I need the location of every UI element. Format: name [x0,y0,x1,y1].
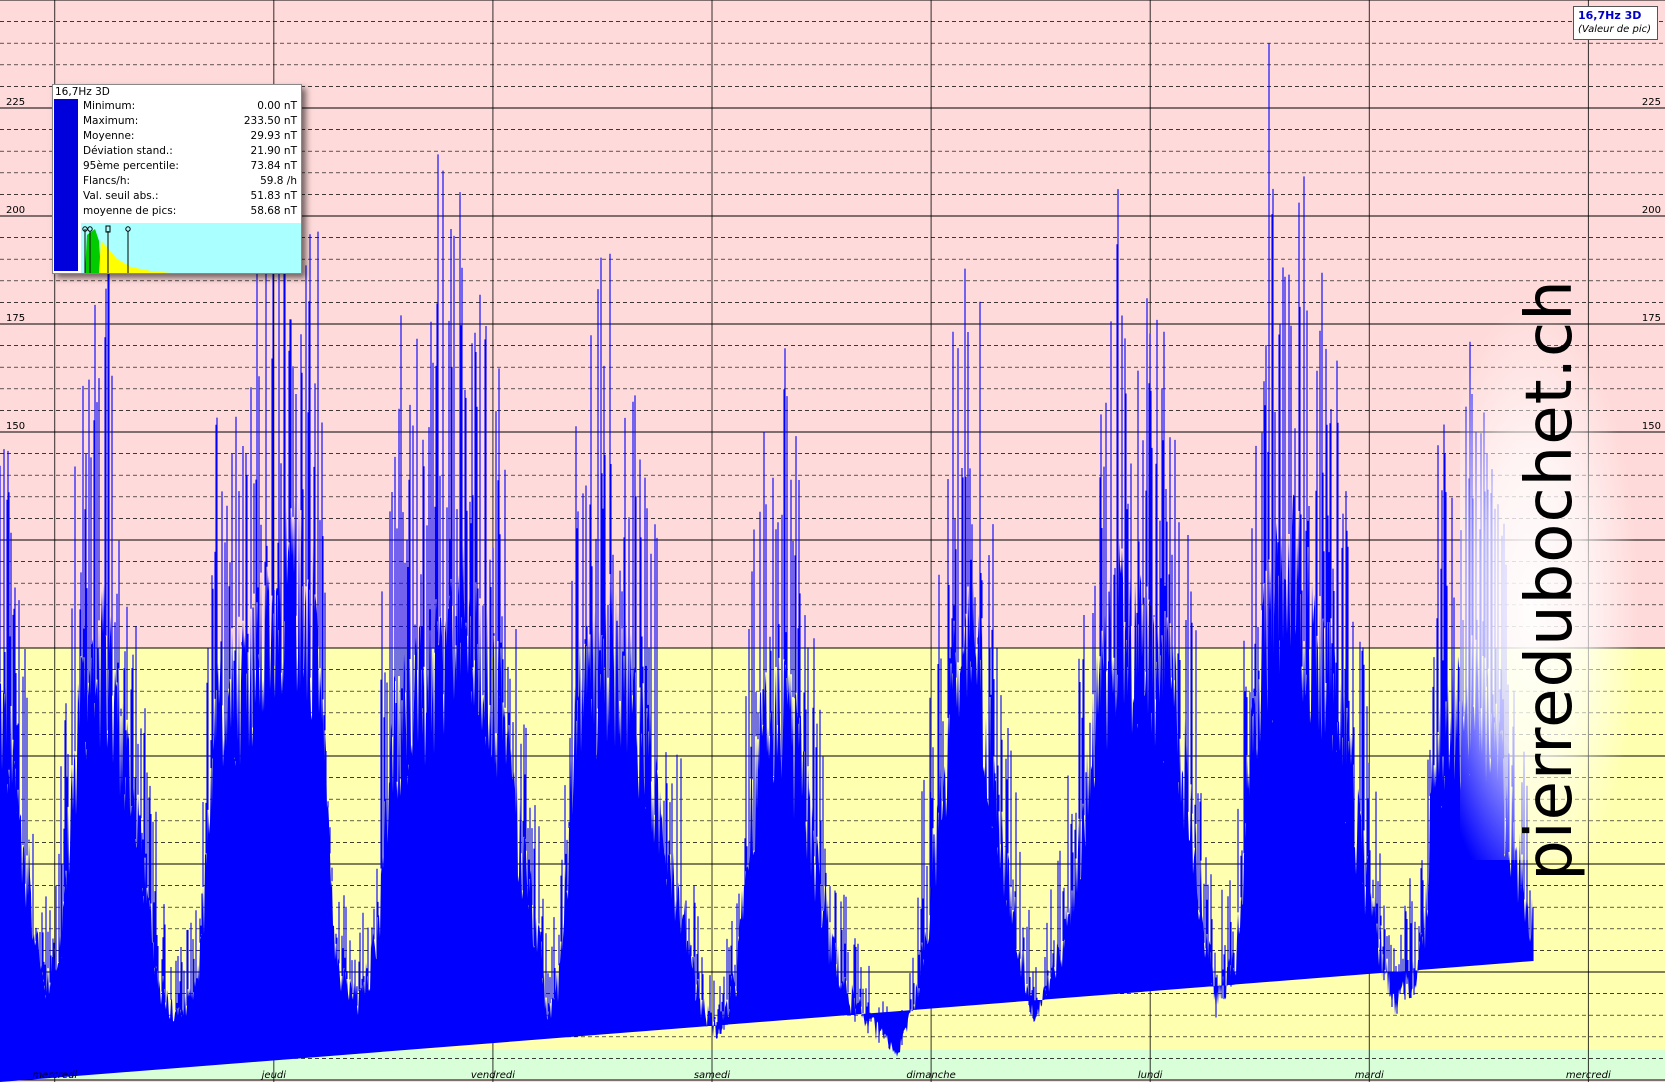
statistics-panel: 16,7Hz 3D Minimum: 0.00 nT Maximum: 233.… [52,84,302,274]
x-tick-label: mardi [1355,1070,1384,1081]
stats-row-threshold: Val. seuil abs.: 51.83 nT [83,189,297,204]
y-tick-label: 225 [6,97,25,108]
stats-label: Moyenne: [83,130,135,142]
stats-label: moyenne de pics: [83,205,177,217]
stats-value: 29.93 nT [250,130,297,142]
stats-row-stddev: Déviation stand.: 21.90 nT [83,144,297,159]
stats-row-flanks: Flancs/h: 59.8 /h [83,174,297,189]
stats-row-maximum: Maximum: 233.50 nT [83,114,297,129]
stats-label: Déviation stand.: [83,145,173,157]
stats-label: Maximum: [83,115,139,127]
series-legend: 16,7Hz 3D (Valeur de pic) [1573,6,1658,40]
y-tick-label: 225 [1642,97,1661,108]
y-tick-label: 175 [1642,313,1661,324]
stats-row-minimum: Minimum: 0.00 nT [83,99,297,114]
stats-value: 0.00 nT [257,100,297,112]
stats-label: 95ème percentile: [83,160,179,172]
stats-label: Val. seuil abs.: [83,190,159,202]
stats-title: 16,7Hz 3D [55,86,110,98]
y-tick-label: 150 [1642,421,1661,432]
x-tick-label: lundi [1138,1070,1163,1081]
legend-title: 16,7Hz 3D [1578,9,1642,22]
x-tick-label: samedi [694,1070,731,1081]
series-color-swatch [54,99,78,271]
distribution-histogram [81,223,301,273]
y-tick-label: 175 [6,313,25,324]
x-tick-label: mercredi [1566,1070,1611,1081]
stats-row-percentile: 95ème percentile: 73.84 nT [83,159,297,174]
stats-value: 51.83 nT [250,190,297,202]
x-tick-label: dimanche [906,1070,955,1081]
y-tick-label: 200 [1642,205,1661,216]
y-tick-label: 150 [6,421,25,432]
stats-label: Flancs/h: [83,175,131,187]
stats-row-mean: Moyenne: 29.93 nT [83,129,297,144]
x-tick-label: vendredi [471,1070,515,1081]
stats-value: 21.90 nT [250,145,297,157]
stats-value: 58.68 nT [250,205,297,217]
x-tick-label: mercredi [32,1070,77,1081]
stats-value: 59.8 /h [260,175,297,187]
stats-value: 233.50 nT [243,115,297,127]
y-tick-label: 200 [6,205,25,216]
x-tick-label: jeudi [260,1070,287,1081]
stats-label: Minimum: [83,100,136,112]
stats-row-peak-mean: moyenne de pics: 58.68 nT [83,204,297,219]
legend-subtitle: (Valeur de pic) [1578,24,1651,35]
stats-value: 73.84 nT [250,160,297,172]
